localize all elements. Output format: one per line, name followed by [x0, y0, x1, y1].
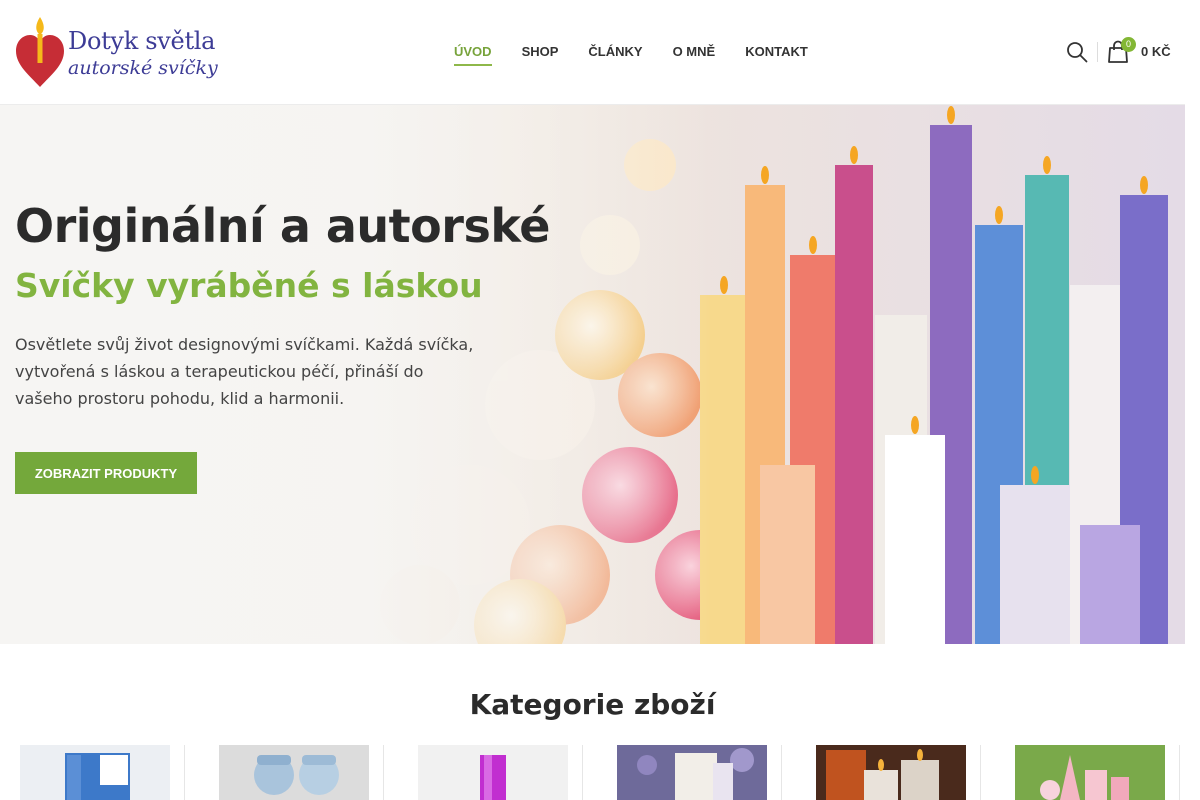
hero-banner: Originální a autorské Svíčky vyráběné s … [0, 105, 1185, 644]
nav-item-uvod[interactable]: ÚVOD [454, 44, 492, 66]
category-divider [582, 745, 583, 800]
brand-title: Dotyk světla [68, 27, 216, 55]
main-nav: ÚVOD SHOP ČLÁNKY O MNĚ KONTAKT [454, 44, 808, 66]
category-item[interactable] [617, 745, 767, 800]
show-products-button[interactable]: ZOBRAZIT PRODUKTY [15, 452, 197, 494]
category-item[interactable] [20, 745, 170, 800]
category-item[interactable] [1015, 745, 1165, 800]
categories-title: Kategorie zboží [469, 688, 716, 721]
search-icon[interactable] [1066, 41, 1088, 63]
nav-item-kontakt[interactable]: KONTAKT [745, 44, 808, 66]
category-thumbnail [20, 745, 170, 800]
category-divider [184, 745, 185, 800]
category-item[interactable] [816, 745, 966, 800]
nav-item-clanky[interactable]: ČLÁNKY [588, 44, 642, 66]
category-thumbnail [617, 745, 767, 800]
category-item[interactable] [219, 745, 369, 800]
cart-count-badge: 0 [1121, 37, 1136, 52]
nav-item-shop[interactable]: SHOP [522, 44, 559, 66]
category-divider [781, 745, 782, 800]
heart-candle-icon [16, 17, 64, 87]
category-item[interactable] [418, 745, 568, 800]
hero-subtitle: Svíčky vyráběné s láskou [15, 266, 483, 305]
category-thumbnail [816, 745, 966, 800]
brand-subtitle: autorské svíčky [68, 57, 218, 79]
site-logo[interactable]: Dotyk světla autorské svíčky [15, 15, 218, 90]
category-divider [980, 745, 981, 800]
nav-item-o-mne[interactable]: O MNĚ [673, 44, 716, 66]
category-divider [383, 745, 384, 800]
category-thumbnail [418, 745, 568, 800]
header-divider [1097, 42, 1098, 62]
category-divider [1179, 745, 1180, 800]
hero-description: Osvětlete svůj život designovými svíčkam… [15, 335, 474, 408]
category-thumbnail [1015, 745, 1165, 800]
hero-title: Originální a autorské [15, 199, 550, 253]
site-header: Dotyk světla autorské svíčky ÚVOD SHOP Č… [0, 0, 1185, 105]
cart-total[interactable]: 0 KČ [1141, 44, 1171, 59]
category-thumbnail [219, 745, 369, 800]
